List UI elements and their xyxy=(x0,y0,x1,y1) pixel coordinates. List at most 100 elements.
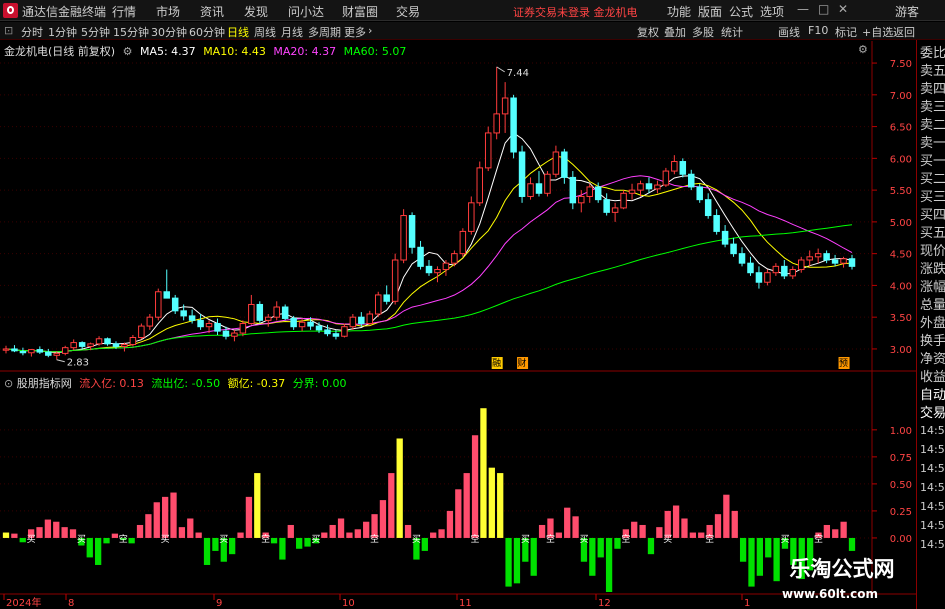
indicator-bar xyxy=(270,537,278,544)
indicator-bar xyxy=(471,435,479,538)
price-tick-label: 6.50 xyxy=(890,123,912,134)
signal-label: 买 xyxy=(311,534,320,545)
candle-body xyxy=(205,323,213,328)
side-item: 卖四 xyxy=(920,82,945,97)
indicator-bar xyxy=(111,533,119,538)
indicator-bar xyxy=(2,532,10,538)
indicator-tick-label: 0.75 xyxy=(890,453,912,464)
xaxis-label: 9 xyxy=(216,598,222,609)
candle-body xyxy=(374,294,382,315)
indicator-bar xyxy=(530,537,537,576)
signal-label: 买 xyxy=(412,534,421,545)
indicator-bar xyxy=(187,518,194,538)
candle-body xyxy=(468,202,475,232)
indicator-bar xyxy=(304,537,311,547)
indicator-bar xyxy=(714,514,722,538)
indicator-bar xyxy=(664,510,671,538)
indicator-bar xyxy=(128,537,135,544)
candle-body xyxy=(679,161,687,175)
indicator-bar xyxy=(647,537,655,555)
xaxis-label: 10 xyxy=(342,598,355,609)
candle-body xyxy=(155,291,162,318)
candle-body xyxy=(425,265,433,274)
signal-label: 买 xyxy=(27,534,36,545)
candle-body xyxy=(87,343,94,347)
candle-body xyxy=(53,352,61,356)
side-item: 卖二 xyxy=(920,118,945,133)
candle-body xyxy=(265,316,272,321)
candle-body xyxy=(78,342,86,347)
indicator-bar xyxy=(840,521,847,538)
candle-body xyxy=(721,230,729,245)
candle-body xyxy=(840,258,847,264)
side-item: 卖一 xyxy=(920,136,945,151)
candle-body xyxy=(730,243,737,255)
candle-body xyxy=(180,310,187,317)
signal-label: 买 xyxy=(780,534,789,545)
indicator-bar xyxy=(379,500,387,538)
candle-body xyxy=(11,348,18,352)
indicator-bar xyxy=(748,537,755,587)
candle-body xyxy=(772,265,780,274)
side-time: 14:56 xyxy=(920,481,945,494)
candle-body xyxy=(214,323,221,332)
kline-chart[interactable]: 买 买 空 买 买 空 买 空 买 空 买 空 买 空 买 空 买 空 7.50 7.00 6.50 6.00 5.50 5… xyxy=(0,0,916,609)
signal-label: 空 xyxy=(261,533,270,545)
signal-label: 空 xyxy=(705,533,714,545)
candle-body xyxy=(408,215,416,248)
indicator-bar xyxy=(11,533,18,538)
indicator-bar xyxy=(44,519,52,538)
price-tick-label: 4.00 xyxy=(890,281,912,292)
indicator-bar xyxy=(698,532,705,538)
indicator-bar xyxy=(538,524,546,538)
candle-body xyxy=(671,161,678,172)
candle-body xyxy=(637,183,644,191)
side-item: 买二 xyxy=(920,172,945,187)
indicator-bar xyxy=(656,527,663,538)
candle-body xyxy=(112,343,120,347)
candle-body xyxy=(645,183,653,190)
price-tick-label: 5.50 xyxy=(890,186,912,197)
candle-body xyxy=(442,262,450,271)
candle-body xyxy=(349,316,357,328)
indicator-bar xyxy=(388,473,395,538)
indicator-bar xyxy=(229,537,236,555)
indicator-bar xyxy=(245,496,253,538)
low-label: 2.83 xyxy=(67,358,89,369)
signal-label: 买 xyxy=(663,534,672,545)
side-item: 净资 xyxy=(920,352,945,367)
candle-body xyxy=(256,303,264,321)
signal-label: 买 xyxy=(579,534,588,545)
signal-label: 买 xyxy=(77,534,86,545)
indicator-bar xyxy=(823,524,831,538)
candle-body xyxy=(603,199,610,213)
candle-body xyxy=(738,253,746,264)
candle-body xyxy=(620,192,627,209)
indicator-bar xyxy=(723,494,730,538)
side-item[interactable]: 自动 xyxy=(920,388,945,403)
indicator-bar xyxy=(430,532,437,538)
indicator-bar xyxy=(731,510,738,538)
indicator-bar xyxy=(19,537,26,543)
indicator-bar xyxy=(145,514,152,538)
candle-body xyxy=(129,337,137,345)
side-item: 卖五 xyxy=(920,64,945,79)
side-item: 买四 xyxy=(920,208,945,223)
indicator-bar xyxy=(480,408,487,538)
side-item: 买一 xyxy=(920,154,945,169)
indicator-bar xyxy=(631,521,638,538)
signal-label: 空 xyxy=(471,533,480,545)
candle-body xyxy=(510,97,517,153)
candle-body xyxy=(654,184,661,190)
side-item[interactable]: 交易 xyxy=(920,406,945,421)
candle-body xyxy=(434,269,441,274)
indicator-bar xyxy=(404,524,412,538)
candle-body xyxy=(298,321,306,328)
indicator-bar xyxy=(170,492,177,538)
candle-body xyxy=(400,215,407,261)
price-tick-label: 7.00 xyxy=(890,91,912,102)
indicator-bar xyxy=(136,524,144,538)
candle-body xyxy=(755,272,763,283)
indicator-bar xyxy=(329,524,336,538)
indicator-tick-label: 1.00 xyxy=(890,426,912,437)
